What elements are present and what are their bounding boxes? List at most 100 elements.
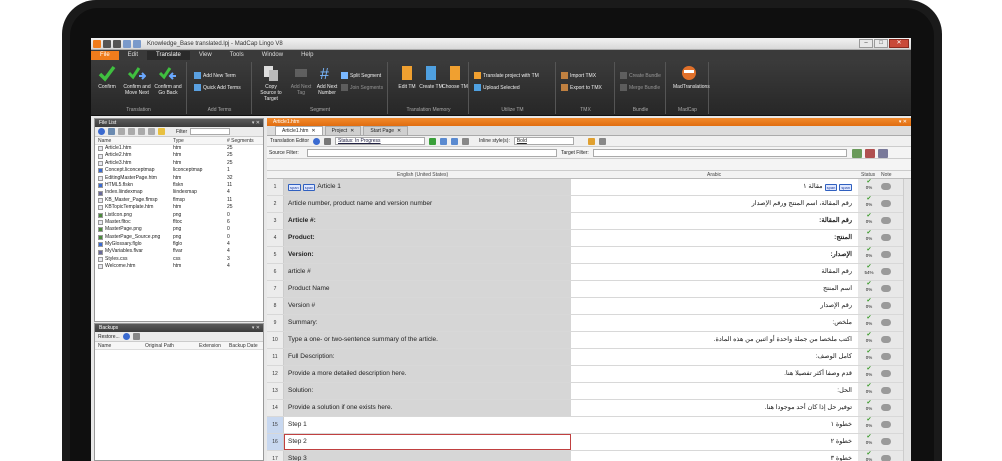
file-list-row[interactable]: ListIcon.png png 0 xyxy=(95,212,263,219)
segment-row[interactable]: 2 Article number, product name and versio… xyxy=(267,196,911,213)
go-icon[interactable] xyxy=(429,137,436,145)
quick-add-terms-button[interactable]: Quick Add Terms xyxy=(194,84,241,91)
note-icon[interactable] xyxy=(881,268,891,275)
confirm-next-button[interactable]: Confirm and Move Next xyxy=(123,64,151,96)
upload-selected-button[interactable]: Upload Selected xyxy=(474,84,520,91)
inline-tag[interactable]: span xyxy=(302,183,316,191)
col-name[interactable]: Name xyxy=(95,137,173,144)
translate-project-button[interactable]: Translate project with TM xyxy=(474,72,539,79)
find-icon[interactable] xyxy=(852,149,862,158)
tab-edit[interactable]: Edit xyxy=(119,51,147,60)
segment-row[interactable]: 17 Step 3 خطوة ٣ ✔ 0% xyxy=(267,451,911,461)
doc-tab-start-page[interactable]: Start Page ✕ xyxy=(363,126,409,135)
target-cell[interactable]: رقم المقالة xyxy=(571,264,858,280)
maximize-button[interactable]: □ xyxy=(874,39,888,48)
pane-controls[interactable]: ▾ ✕ xyxy=(252,119,260,127)
target-cell[interactable]: توفير حل إذا كان أحد موجودا هنا. xyxy=(571,400,858,416)
find-replace-icon[interactable] xyxy=(865,149,875,158)
file-list-row[interactable]: KBTopicTemplate.htm htm 25 xyxy=(95,204,263,211)
filter-icon[interactable] xyxy=(324,137,331,145)
target-cell[interactable]: span span مقالة ١ xyxy=(571,179,858,195)
note-icon[interactable] xyxy=(881,370,891,377)
paste-icon[interactable] xyxy=(138,128,145,135)
backup-col-path[interactable]: Original Path xyxy=(145,342,199,349)
inline-tag[interactable]: span xyxy=(824,183,838,191)
file-list-row[interactable]: Index.liindexmap liindexmap 4 xyxy=(95,189,263,196)
note-icon[interactable] xyxy=(881,387,891,394)
status-filter-dropdown[interactable]: Status: In Progress xyxy=(335,137,425,145)
target-cell[interactable]: رقم المقالة: xyxy=(571,213,858,229)
target-cell[interactable]: خطوة ٢ xyxy=(571,434,858,450)
backup-help-icon[interactable] xyxy=(122,333,130,340)
tab-view[interactable]: View xyxy=(190,51,221,60)
segment-row[interactable]: 12 Provide a more detailed description he… xyxy=(267,366,911,383)
note-icon[interactable] xyxy=(881,421,891,428)
madtranslations-button[interactable]: MadTranslations xyxy=(673,64,710,90)
confirm-button[interactable]: Confirm xyxy=(93,64,121,90)
file-list-row[interactable]: HTML5.flskn flskn 11 xyxy=(95,182,263,189)
file-list-row[interactable]: KB_Master_Page.flmsp flmsp 11 xyxy=(95,197,263,204)
note-icon[interactable] xyxy=(881,234,891,241)
create-bundle-button[interactable]: Create Bundle xyxy=(620,72,661,79)
note-icon[interactable] xyxy=(881,200,891,207)
file-list-row[interactable]: Article1.htm htm 25 xyxy=(95,145,263,152)
file-list-row[interactable]: MasterPage.png png 0 xyxy=(95,226,263,233)
backup-col-ext[interactable]: Extension xyxy=(199,342,229,349)
close-tab-icon[interactable]: ✕ xyxy=(311,127,315,135)
segment-row[interactable]: 8 Version # رقم الإصدار ✔ 0% xyxy=(267,298,911,315)
segment-row[interactable]: 14 Provide a solution if one exists here.… xyxy=(267,400,911,417)
tab-tools[interactable]: Tools xyxy=(221,51,253,60)
segment-row[interactable]: 10 Type a one- or two-sentence summary of… xyxy=(267,332,911,349)
grid-scrollbar[interactable] xyxy=(903,179,911,461)
file-list-row[interactable]: MyGlossary.flglo flglo 4 xyxy=(95,241,263,248)
choose-tm-button[interactable]: Choose TM xyxy=(441,64,469,90)
target-cell[interactable]: رقم الإصدار xyxy=(571,298,858,314)
folder-icon[interactable] xyxy=(158,128,165,135)
segment-row[interactable]: 3 Article #: رقم المقالة: ✔ 0% xyxy=(267,213,911,230)
close-button[interactable]: ✕ xyxy=(889,39,909,48)
join-segments-button[interactable]: Join Segments xyxy=(341,84,383,91)
filter-input[interactable] xyxy=(190,128,231,135)
note-icon[interactable] xyxy=(881,183,891,190)
merge-bundle-button[interactable]: Merge Bundle xyxy=(620,84,660,91)
apply-style-icon[interactable] xyxy=(587,137,595,145)
note-icon[interactable] xyxy=(881,285,891,292)
editor-help-icon[interactable] xyxy=(313,137,320,145)
add-new-term-button[interactable]: Add New Term xyxy=(194,72,236,79)
target-cell[interactable]: خطوة ٣ xyxy=(571,451,858,461)
note-icon[interactable] xyxy=(881,438,891,445)
file-list-row[interactable]: EditingMasterPage.htm htm 32 xyxy=(95,175,263,182)
export-tmx-button[interactable]: Export to TMX xyxy=(561,84,602,91)
backup-col-date[interactable]: Backup Date xyxy=(229,342,263,349)
file-list-row[interactable]: Welcome.htm htm 4 xyxy=(95,263,263,270)
target-cell[interactable]: قدم وصفا أكثر تفصيلا هنا. xyxy=(571,366,858,382)
target-cell[interactable]: الإصدار: xyxy=(571,247,858,263)
file-list-row[interactable]: MasterPage_Source.png png 0 xyxy=(95,234,263,241)
search-icon[interactable] xyxy=(878,149,888,158)
import-tmx-button[interactable]: Import TMX xyxy=(561,72,596,79)
previous-icon[interactable] xyxy=(440,137,447,145)
backup-col-name[interactable]: Name xyxy=(95,342,145,349)
note-icon[interactable] xyxy=(881,455,891,461)
backups-pane-controls[interactable]: ▾ ✕ xyxy=(252,324,260,332)
file-list-row[interactable]: MyVariables.flvar flvar 4 xyxy=(95,248,263,255)
undo-icon[interactable] xyxy=(123,39,131,48)
refresh-icon[interactable] xyxy=(118,128,125,135)
target-cell[interactable]: المنتج: xyxy=(571,230,858,246)
segment-row[interactable]: 11 Full Description: كامل الوصف: ✔ 0% xyxy=(267,349,911,366)
segment-row[interactable]: 1 span span Article 1 span span مقالة ١ ✔ 0% xyxy=(267,179,911,196)
target-cell[interactable]: الحل: xyxy=(571,383,858,399)
target-cell[interactable]: اسم المنتج xyxy=(571,281,858,297)
segment-row[interactable]: 16 Step 2 خطوة ٢ ✔ 0% xyxy=(267,434,911,451)
add-next-tag-button[interactable]: Add Next Tag xyxy=(287,64,315,96)
tab-file[interactable]: File xyxy=(91,51,119,60)
add-next-number-button[interactable]: # Add Next Number xyxy=(313,64,341,96)
target-cell[interactable]: كامل الوصف: xyxy=(571,349,858,365)
backup-settings-icon[interactable] xyxy=(132,333,140,340)
tab-translate[interactable]: Translate xyxy=(147,51,190,60)
segment-row[interactable]: 13 Solution: الحل: ✔ 0% xyxy=(267,383,911,400)
save-all-icon[interactable] xyxy=(113,39,121,48)
note-icon[interactable] xyxy=(881,319,891,326)
source-filter-input[interactable] xyxy=(307,149,557,157)
options-icon[interactable] xyxy=(598,137,606,145)
